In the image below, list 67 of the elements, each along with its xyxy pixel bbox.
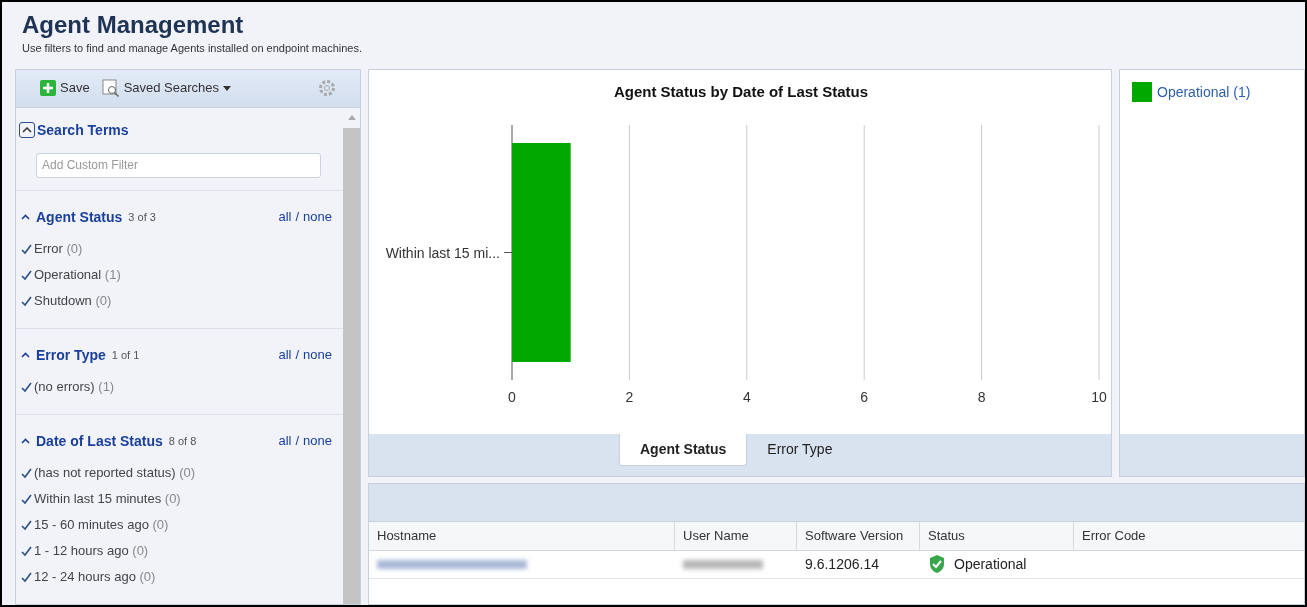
column-header[interactable]: User Name <box>675 521 797 550</box>
axis-tick-label: 2 <box>625 388 634 405</box>
column-header[interactable]: Hostname <box>369 521 675 550</box>
filter-count: 1 of 1 <box>111 347 140 363</box>
page-title: Agent Management <box>22 10 245 40</box>
filter-option[interactable]: Operational (1) <box>34 265 121 285</box>
column-header[interactable]: Error Code <box>1074 521 1304 550</box>
plus-icon <box>40 80 56 96</box>
category-label: Within last 15 mi... <box>385 244 500 260</box>
custom-filter-field[interactable]: Add Custom Filter <box>36 152 321 178</box>
axis-tick-label: 8 <box>977 388 986 405</box>
axis-tick-label: 10 <box>1091 388 1107 405</box>
page-subtitle: Use filters to find and manage Agents installed on endpoint machines. <box>22 41 363 56</box>
section-title: Search Terms <box>37 120 129 140</box>
save-button[interactable]: Save <box>40 78 90 98</box>
shield-check-icon <box>928 554 946 574</box>
saved-searches-button[interactable]: Saved Searches <box>101 78 232 98</box>
axis-tick-label: 0 <box>508 388 516 405</box>
filter-group-title: Error Type <box>36 345 106 365</box>
filter-option[interactable]: (no errors) (1) <box>34 377 115 397</box>
checkmark-icon[interactable] <box>21 269 32 281</box>
table-cell-text: 9.6.1206.14 <box>805 554 879 574</box>
scrollbar[interactable] <box>343 107 360 604</box>
chart-tab[interactable]: Agent Status <box>619 433 748 466</box>
chart-title: Agent Status by Date of Last Status <box>613 82 869 100</box>
filter-group-title: Date of Last Status <box>36 431 163 451</box>
select-none-link[interactable]: none <box>303 431 332 451</box>
checkmark-icon[interactable] <box>21 519 32 531</box>
select-all-link[interactable]: all <box>278 431 292 451</box>
select-all-link[interactable]: all <box>278 207 292 227</box>
select-all-link[interactable]: all <box>278 345 292 365</box>
select-none-link[interactable]: none <box>303 345 332 365</box>
collapse-toggle[interactable] <box>19 122 35 138</box>
filter-option[interactable]: 1 - 12 hours ago (0) <box>34 541 149 561</box>
column-header[interactable]: Software Version <box>797 521 920 550</box>
filter-option[interactable]: Shutdown (0) <box>34 291 112 311</box>
search-icon <box>101 79 120 97</box>
chart-tab[interactable]: Error Type <box>747 433 853 466</box>
filter-option[interactable]: Error (0) <box>34 239 83 259</box>
caret-icon <box>223 85 232 91</box>
checkmark-icon[interactable] <box>21 243 32 255</box>
filter-count: 8 of 8 <box>168 433 197 449</box>
chevron-icon <box>22 127 32 133</box>
chevron-icon[interactable] <box>21 214 30 220</box>
separator-text: / <box>295 208 300 227</box>
filter-option[interactable]: 15 - 60 minutes ago (0) <box>34 515 169 535</box>
filter-count: 3 of 3 <box>128 209 156 225</box>
checkmark-icon[interactable] <box>21 295 32 307</box>
legend-label[interactable]: Operational (1) <box>1157 81 1251 103</box>
checkmark-icon[interactable] <box>21 545 32 557</box>
checkmark-icon[interactable] <box>21 467 32 479</box>
chevron-icon[interactable] <box>21 438 30 444</box>
axis-tick-label: 4 <box>742 388 751 405</box>
separator-text: / <box>295 346 300 365</box>
filter-option[interactable]: Within last 15 minutes (0) <box>34 489 181 509</box>
select-none-link[interactable]: none <box>303 207 332 227</box>
column-header[interactable]: Status <box>920 521 1074 550</box>
filter-option[interactable]: (has not reported status) (0) <box>34 463 196 483</box>
checkmark-icon[interactable] <box>21 493 32 505</box>
filter-option[interactable]: 12 - 24 hours ago (0) <box>34 567 156 587</box>
separator-text: / <box>295 432 300 451</box>
checkmark-icon[interactable] <box>21 571 32 583</box>
chevron-icon[interactable] <box>21 352 30 358</box>
filter-group-title: Agent Status <box>36 207 123 227</box>
axis-tick-label: 6 <box>860 388 869 405</box>
checkmark-icon[interactable] <box>21 381 32 393</box>
table-cell-text: Operational <box>954 554 1027 574</box>
